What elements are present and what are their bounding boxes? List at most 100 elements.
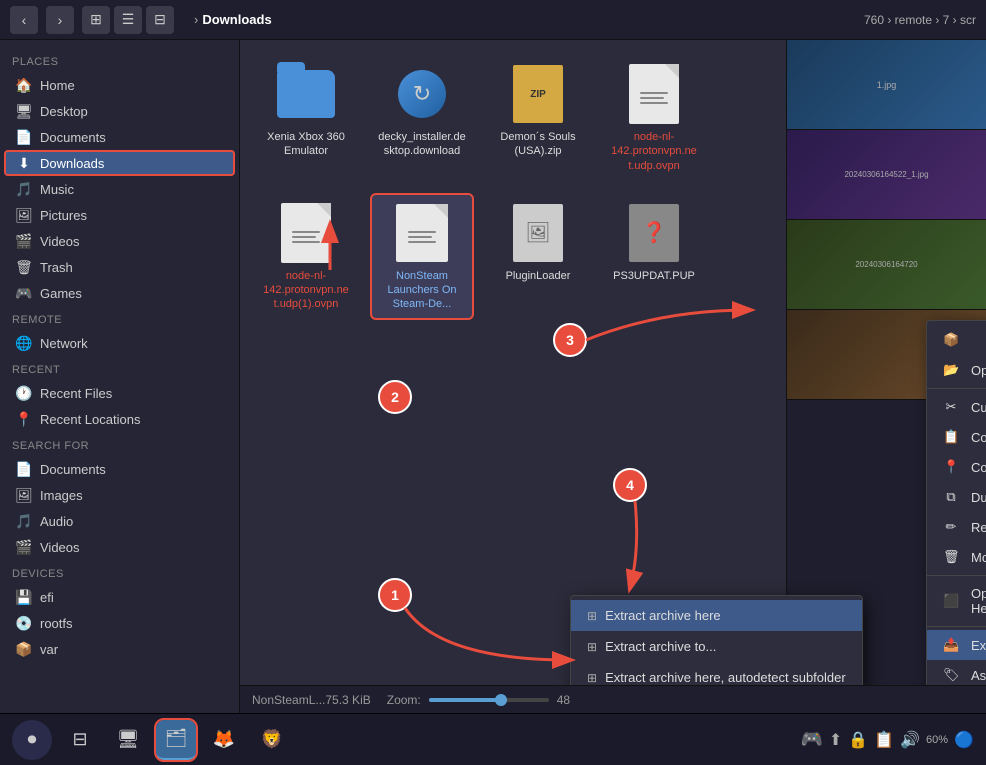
sidebar-item-desktop[interactable]: 🖥 Desktop: [4, 98, 235, 124]
nonsteam-file-name: NonSteam Launchers On Steam-De...: [378, 269, 466, 312]
taskbar-icon-5[interactable]: 🔊: [900, 730, 920, 750]
sidebar-item-videos[interactable]: 🎬 Videos: [4, 228, 235, 254]
breadcrumb-current[interactable]: Downloads: [202, 12, 271, 27]
context-menu-assign-tags[interactable]: 🏷 Assign Tags ›: [927, 660, 986, 685]
context-menu-move-trash[interactable]: 🗑 Move to Trash Del: [927, 542, 986, 572]
titlebar: ‹ › ⊞ ☰ ⊟ › Downloads 760 › remote › 7 ›…: [0, 0, 986, 40]
file-item-xenia[interactable]: Xenia Xbox 360 Emulator: [256, 56, 356, 179]
duplicate-icon: ⧉: [943, 489, 959, 505]
assign-tags-label: Assign Tags: [971, 668, 986, 683]
context-menu-cut[interactable]: ✂ Cut Ctrl+X: [927, 392, 986, 422]
extract-autodetect-icon: ⊞: [587, 671, 597, 685]
sidebar-item-efi-label: efi: [40, 590, 54, 605]
sidebar-item-search-images-label: Images: [40, 488, 83, 503]
sidebar-item-search-documents[interactable]: 📄 Documents: [4, 456, 235, 482]
taskbar-icon-4[interactable]: 📋: [874, 730, 894, 750]
context-menu-terminal[interactable]: ⬛ Open Terminal Here Alt+Shift+F1: [927, 579, 986, 623]
sidebar-item-music-label: Music: [40, 182, 74, 197]
cut-label: Cut: [971, 400, 986, 415]
context-menu-open-ark[interactable]: 📦 Open with Ark: [927, 325, 986, 355]
ps3updat-file-name: PS3UPDAT.PUP: [613, 269, 695, 283]
context-menu-copy[interactable]: 📋 Copy Ctrl+C: [927, 422, 986, 452]
extract-to-item[interactable]: ⊞ Extract archive to...: [571, 631, 862, 662]
sidebar-item-search-images[interactable]: 🖼 Images: [4, 482, 235, 508]
file-item-ovpn2[interactable]: node-nl-142.protonvpn.net.udp(1).ovpn: [256, 195, 356, 318]
sidebar-item-pictures-label: Pictures: [40, 208, 87, 223]
zoom-slider-thumb[interactable]: [495, 694, 507, 706]
steam-icon[interactable]: 🎮: [800, 729, 822, 750]
statusbar-filename: NonSteamL...75.3 KiB: [252, 693, 371, 707]
context-menu-copy-location[interactable]: 📍 Copy Location Ctrl+Alt+C: [927, 452, 986, 482]
search-audio-icon: 🎵: [16, 513, 32, 529]
file-item-ps3updat[interactable]: ❓ PS3UPDAT.PUP: [604, 195, 704, 318]
view-grid-button[interactable]: ⊞: [82, 6, 110, 34]
photo-item-1[interactable]: 1.jpg: [787, 40, 986, 130]
taskbar-icon-6[interactable]: 🔵: [954, 730, 974, 750]
sidebar-item-search-videos[interactable]: 🎬 Videos: [4, 534, 235, 560]
file-item-nonsteam[interactable]: NonSteam Launchers On Steam-De...: [372, 195, 472, 318]
sidebar-item-recent-files[interactable]: 🕐 Recent Files: [4, 380, 235, 406]
breadcrumb: › Downloads: [194, 12, 272, 27]
sidebar-item-downloads-label: Downloads: [40, 156, 104, 171]
view-buttons: ⊞ ☰ ⊟: [82, 6, 174, 34]
sidebar-item-rootfs[interactable]: 💿 rootfs: [4, 610, 235, 636]
sidebar-item-pictures[interactable]: 🖼 Pictures: [4, 202, 235, 228]
sidebar-item-music[interactable]: 🎵 Music: [4, 176, 235, 202]
content-area: Xenia Xbox 360 Emulator ↻ decky_installe…: [240, 40, 986, 713]
taskbar-app-brave[interactable]: 🦁: [252, 720, 292, 760]
sidebar-item-var[interactable]: 📦 var: [4, 636, 235, 662]
file-item-pluginloader[interactable]: 🖼 PluginLoader: [488, 195, 588, 318]
sidebar-item-trash[interactable]: 🗑 Trash: [4, 254, 235, 280]
taskbar-app-1[interactable]: ⏺: [12, 720, 52, 760]
ps3updat-icon: ❓: [622, 201, 686, 265]
sidebar-item-trash-label: Trash: [40, 260, 73, 275]
file-item-ovpn1[interactable]: node-nl-142.protonvpn.net.udp.ovpn: [604, 56, 704, 179]
taskbar-icon-2[interactable]: ⬆: [829, 730, 842, 750]
file-item-decky[interactable]: ↻ decky_installer.desktop.download: [372, 56, 472, 179]
view-compact-button[interactable]: ⊟: [146, 6, 174, 34]
forward-button[interactable]: ›: [46, 6, 74, 34]
sidebar-item-efi[interactable]: 💾 efi: [4, 584, 235, 610]
sidebar-item-network-label: Network: [40, 336, 88, 351]
search-documents-icon: 📄: [16, 461, 32, 477]
taskbar-app-files[interactable]: 🗂: [156, 720, 196, 760]
back-button[interactable]: ‹: [10, 6, 38, 34]
devices-section-title: Devices: [0, 560, 239, 584]
move-trash-label: Move to Trash: [971, 550, 986, 565]
taskbar-app-2[interactable]: ⊟: [60, 720, 100, 760]
recent-section-title: Recent: [0, 356, 239, 380]
file-item-demon-souls[interactable]: ZIP Demon´s Souls (USA).zip: [488, 56, 588, 179]
assign-tags-icon: 🏷: [943, 667, 959, 683]
zoom-bar[interactable]: Zoom: 48: [387, 693, 570, 707]
context-menu-extract[interactable]: 📤 Extract ›: [927, 630, 986, 660]
pluginloader-icon: 🖼: [506, 201, 570, 265]
music-icon: 🎵: [16, 181, 32, 197]
sidebar: Places 🏠 Home 🖥 Desktop 📄 Documents ⬇ Do…: [0, 40, 240, 713]
view-list-button[interactable]: ☰: [114, 6, 142, 34]
rootfs-icon: 💿: [16, 615, 32, 631]
extract-here-item[interactable]: ⊞ Extract archive here: [571, 600, 862, 631]
photo-item-3[interactable]: 20240306164720: [787, 220, 986, 310]
sidebar-item-recent-locations[interactable]: 📍 Recent Locations: [4, 406, 235, 432]
move-trash-icon: 🗑: [943, 549, 959, 565]
file-grid: Xenia Xbox 360 Emulator ↻ decky_installe…: [240, 40, 786, 685]
photo-item-2[interactable]: 20240306164522_1.jpg: [787, 130, 986, 220]
sidebar-item-recent-files-label: Recent Files: [40, 386, 112, 401]
sidebar-item-documents[interactable]: 📄 Documents: [4, 124, 235, 150]
sidebar-item-games[interactable]: 🎮 Games: [4, 280, 235, 306]
sidebar-item-downloads[interactable]: ⬇ Downloads: [4, 150, 235, 176]
ovpn2-icon: [274, 201, 338, 265]
taskbar-app-firefox[interactable]: 🦊: [204, 720, 244, 760]
sidebar-item-home[interactable]: 🏠 Home: [4, 72, 235, 98]
copy-location-label: Copy Location: [971, 460, 986, 475]
sidebar-item-network[interactable]: 🌐 Network: [4, 330, 235, 356]
context-menu-rename[interactable]: ✏ Rename... F2: [927, 512, 986, 542]
taskbar-icon-3[interactable]: 🔒: [848, 730, 868, 750]
extract-icon: 📤: [943, 637, 959, 653]
context-menu-duplicate[interactable]: ⧉ Duplicate Here Ctrl+D: [927, 482, 986, 512]
sidebar-item-search-audio[interactable]: 🎵 Audio: [4, 508, 235, 534]
taskbar-app-terminal[interactable]: 🖥: [108, 720, 148, 760]
zoom-slider[interactable]: [429, 698, 549, 702]
context-menu-open-with[interactable]: 📂 Open With ›: [927, 355, 986, 385]
extract-autodetect-item[interactable]: ⊞ Extract archive here, autodetect subfo…: [571, 662, 862, 685]
